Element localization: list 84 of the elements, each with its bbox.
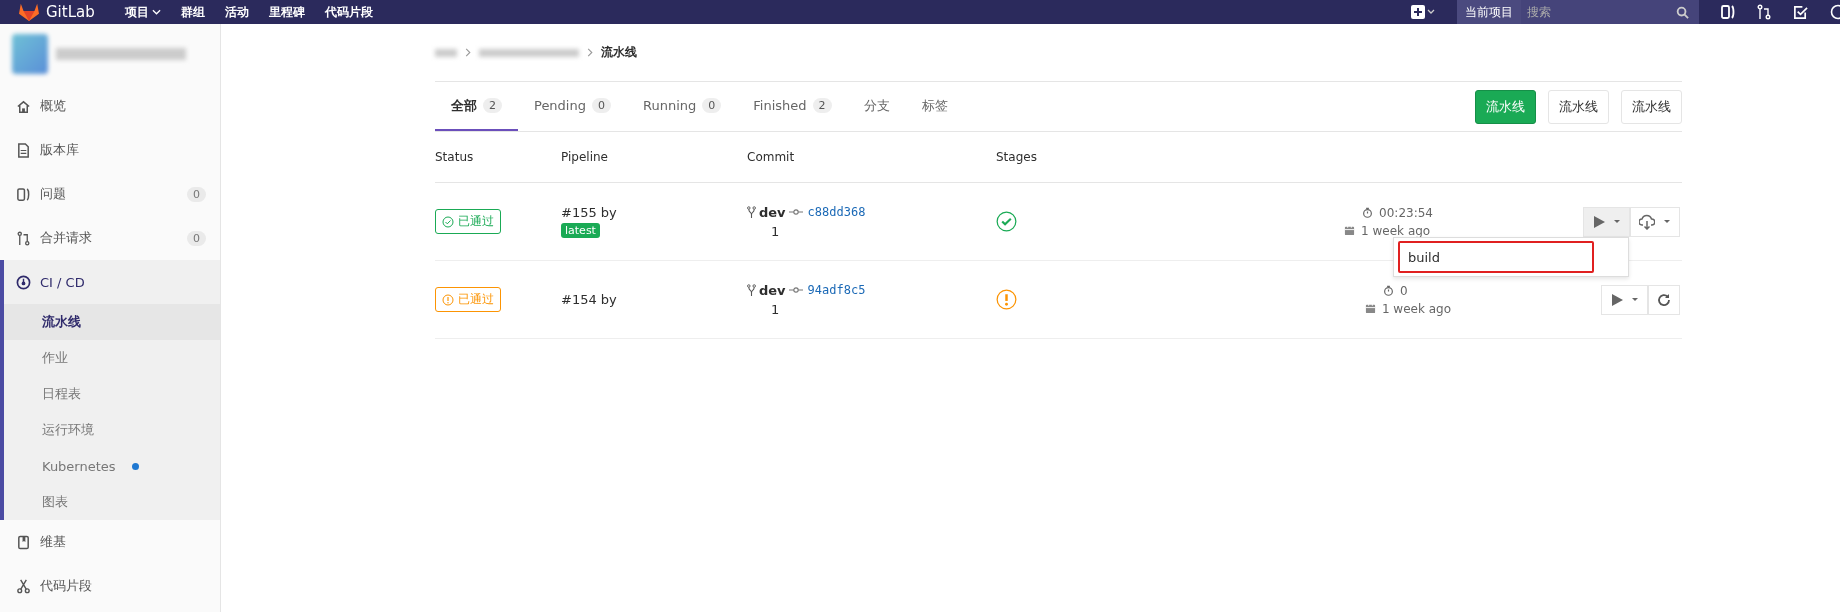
tab[interactable]: Finished 2 [737,82,848,131]
pipeline-button[interactable]: 流水线 [1621,89,1682,124]
merge-icon [16,230,31,246]
retry-icon [1657,292,1671,307]
sidebar-subitem[interactable]: Kubernetes [4,448,220,484]
stopwatch-icon [1362,207,1374,218]
count-badge: 0 [187,186,206,202]
nav-link[interactable]: 活动 [224,3,249,21]
nav-link[interactable]: 里程碑 [268,3,305,21]
pipeline-link[interactable]: #155 by [561,205,617,220]
branch-link[interactable]: dev [759,282,786,298]
issues-icon[interactable] [1721,4,1735,20]
play-icon [1610,292,1623,307]
pipeline-duration: 00:23:54 [1379,205,1433,220]
sidebar-item[interactable]: 代码片段 [4,564,220,608]
calendar-icon [1364,303,1376,314]
pipeline-button[interactable]: 流水线 [1548,89,1609,124]
tab[interactable]: 标签 [905,82,964,131]
column-header: Pipeline [561,150,609,164]
sidebar-subitem[interactable]: 图表 [4,484,220,520]
branch-link[interactable]: dev [759,204,786,220]
brand-name[interactable]: GitLab [46,3,95,21]
nav-link[interactable]: 群组 [180,3,205,21]
sidebar-subitem[interactable]: 日程表 [4,376,220,412]
column-header: Commit [747,150,796,164]
play-dropdown-button[interactable] [1583,206,1630,237]
stopwatch-icon [1382,285,1394,296]
breadcrumb-current[interactable]: 流水线 [601,44,637,61]
sidebar-item[interactable]: 维基 [4,520,220,564]
column-header: Status [435,150,475,164]
finished-time: 1 week ago [1361,223,1431,238]
retry-button[interactable] [1648,284,1680,315]
cloud-download-icon [1639,213,1655,230]
commit-sha-link[interactable]: 94adf8c5 [807,283,866,297]
caret-icon [1663,219,1671,224]
commit-sha-link[interactable]: c88dd368 [807,205,866,219]
calendar-icon [1344,225,1356,236]
commit-icon [788,286,803,294]
menu-item[interactable]: build [1398,241,1594,273]
check-circle-icon[interactable] [996,211,1017,232]
snippet-icon [16,578,31,594]
search-icon [1676,6,1689,19]
finished-time: 1 week ago [1381,301,1451,316]
play-icon [1592,214,1605,229]
sidebar-subitem[interactable]: 作业 [4,340,220,376]
pipeline-duration: 0 [1399,283,1408,298]
latest-badge: latest [561,223,600,238]
sidebar-item[interactable]: 版本库 [4,128,220,172]
todo-check-icon[interactable] [1793,4,1808,20]
sidebar-item[interactable]: 概览 [4,84,220,128]
sidebar-subitem[interactable]: 运行环境 [4,412,220,448]
chevron-right-icon [465,48,471,57]
caret-icon [1613,219,1621,224]
count-badge: 0 [187,230,206,246]
search-scope[interactable]: 当前项目 [1457,0,1521,24]
nav-link[interactable]: 代码片段 [324,3,373,21]
nav-link[interactable]: 项目 [124,3,161,21]
branch-icon [747,205,756,219]
commit-icon [788,208,803,216]
tab[interactable]: Pending 0 [518,82,627,131]
blurred-breadcrumb-item [435,48,457,57]
issues-icon [16,186,31,202]
tab[interactable]: Running 0 [626,82,738,131]
sidebar-item[interactable]: 合并请求 0 [4,216,220,260]
tab[interactable]: 分支 [847,82,906,131]
caret-icon [1631,297,1639,302]
commit-title[interactable]: 1 [747,223,996,239]
sidebar-item[interactable]: 问题 0 [4,172,220,216]
pipeline-link[interactable]: #154 by [561,292,617,307]
column-header: Stages [996,150,1038,164]
sidebar-item[interactable]: CI / CD [4,260,220,304]
wiki-icon [16,534,31,550]
merge-request-icon[interactable] [1757,4,1771,20]
file-icon [16,142,31,158]
branch-icon [747,283,756,297]
tab[interactable]: 全部 2 [435,82,518,131]
sidebar-subitem[interactable]: 流水线 [4,304,220,340]
play-dropdown-button[interactable] [1601,284,1648,315]
search-field[interactable]: 搜索 [1521,0,1699,24]
download-dropdown-button[interactable] [1630,206,1680,237]
new-item-button[interactable] [1411,5,1435,19]
commit-title[interactable]: 1 [747,301,996,317]
home-icon [16,98,31,114]
chevron-right-icon [587,48,593,57]
